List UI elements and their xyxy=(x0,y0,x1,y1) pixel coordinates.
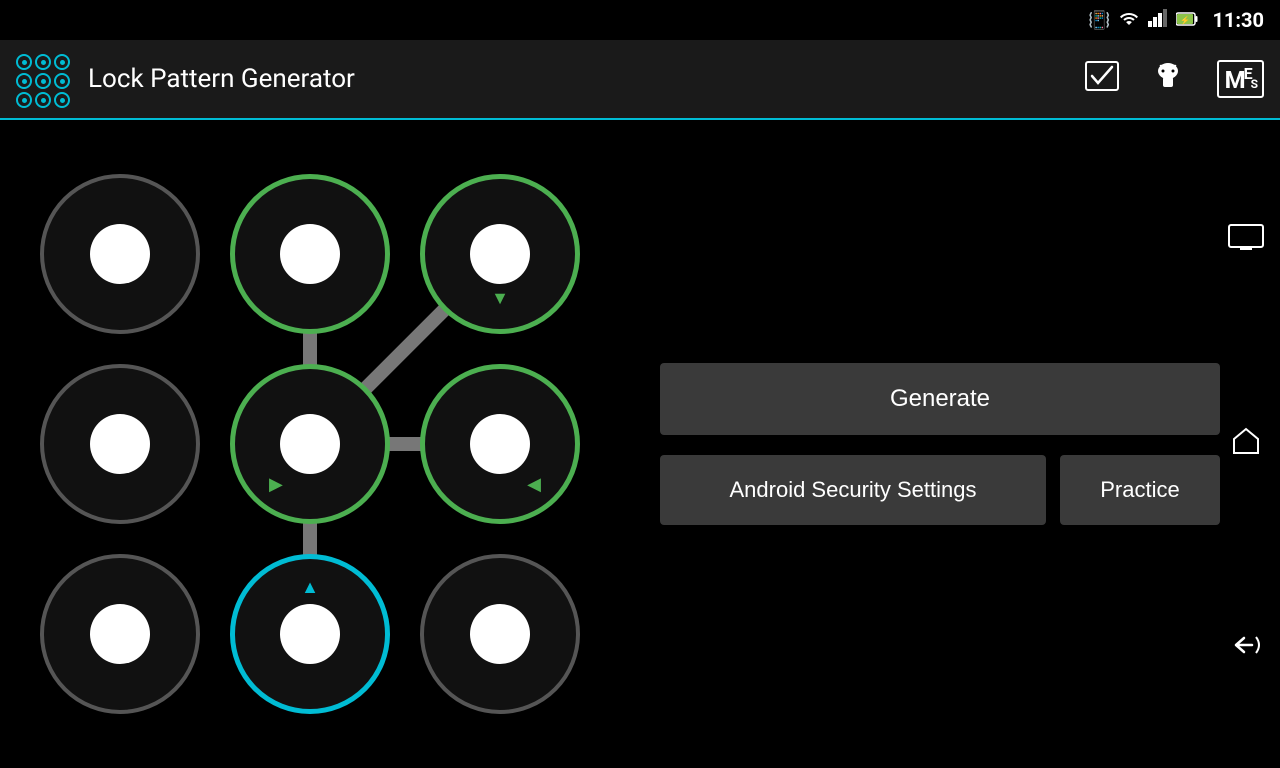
home-nav-icon[interactable] xyxy=(1231,425,1261,462)
back-nav-icon[interactable] xyxy=(1228,631,1264,664)
app-icon-dot xyxy=(35,73,51,89)
buttons-area: Generate Android Security Settings Pract… xyxy=(620,120,1280,768)
battery-icon: ⚡ xyxy=(1176,10,1198,31)
app-icon-dot xyxy=(54,54,70,70)
android-help-icon[interactable] xyxy=(1151,59,1185,100)
node-inner-3 xyxy=(90,414,150,474)
nav-bar xyxy=(1212,120,1280,768)
screen-nav-icon[interactable] xyxy=(1228,224,1264,257)
checkmark-icon[interactable] xyxy=(1085,61,1119,98)
node-inner-1 xyxy=(280,224,340,284)
pattern-node-2[interactable]: ▼ xyxy=(420,174,580,334)
app-icon-dot xyxy=(16,73,32,89)
app-icon xyxy=(16,54,76,104)
node-inner-8 xyxy=(470,604,530,664)
pattern-node-5[interactable]: ◀ xyxy=(420,364,580,524)
app-title: Lock Pattern Generator xyxy=(88,64,1053,94)
app-icon-dot xyxy=(35,92,51,108)
status-time: 11:30 xyxy=(1212,8,1264,32)
node-inner-0 xyxy=(90,224,150,284)
bottom-buttons: Android Security Settings Practice xyxy=(660,455,1220,525)
node-inner-7 xyxy=(280,604,340,664)
pattern-node-8[interactable] xyxy=(420,554,580,714)
node-inner-4 xyxy=(280,414,340,474)
status-bar: 📳 ⚡ 11:30 xyxy=(0,0,1280,40)
app-icon-dot xyxy=(35,54,51,70)
practice-button[interactable]: Practice xyxy=(1060,455,1220,525)
pattern-node-4[interactable]: ▶ xyxy=(230,364,390,524)
pattern-node-3[interactable] xyxy=(40,364,200,524)
pattern-grid: ▼ ▶ ◀ ▲ xyxy=(40,174,580,714)
signal-icon xyxy=(1148,9,1168,32)
app-bar: Lock Pattern Generator MES xyxy=(0,40,1280,120)
arrow-down-icon: ▼ xyxy=(491,288,509,309)
app-icon-dot xyxy=(54,73,70,89)
pattern-node-6[interactable] xyxy=(40,554,200,714)
android-security-button[interactable]: Android Security Settings xyxy=(660,455,1046,525)
app-icon-dot xyxy=(16,54,32,70)
pattern-node-0[interactable] xyxy=(40,174,200,334)
main-content: ▼ ▶ ◀ ▲ xyxy=(0,120,1280,768)
arrow-leftdown-icon: ◀ xyxy=(527,474,541,495)
node-inner-5 xyxy=(470,414,530,474)
generate-button[interactable]: Generate xyxy=(660,363,1220,435)
app-icon-dot xyxy=(54,92,70,108)
app-icon-dot xyxy=(16,92,32,108)
node-inner-2 xyxy=(470,224,530,284)
pattern-node-7[interactable]: ▲ xyxy=(230,554,390,714)
vibrate-icon: 📳 xyxy=(1088,10,1110,31)
pattern-area: ▼ ▶ ◀ ▲ xyxy=(0,120,620,768)
svg-text:⚡: ⚡ xyxy=(1180,15,1190,25)
arrow-rightdown-icon: ▶ xyxy=(269,474,283,495)
wifi-icon xyxy=(1118,9,1140,32)
menu-ms-icon[interactable]: MES xyxy=(1217,60,1264,98)
arrow-up-icon: ▲ xyxy=(301,577,319,598)
pattern-node-1[interactable] xyxy=(230,174,390,334)
node-inner-6 xyxy=(90,604,150,664)
